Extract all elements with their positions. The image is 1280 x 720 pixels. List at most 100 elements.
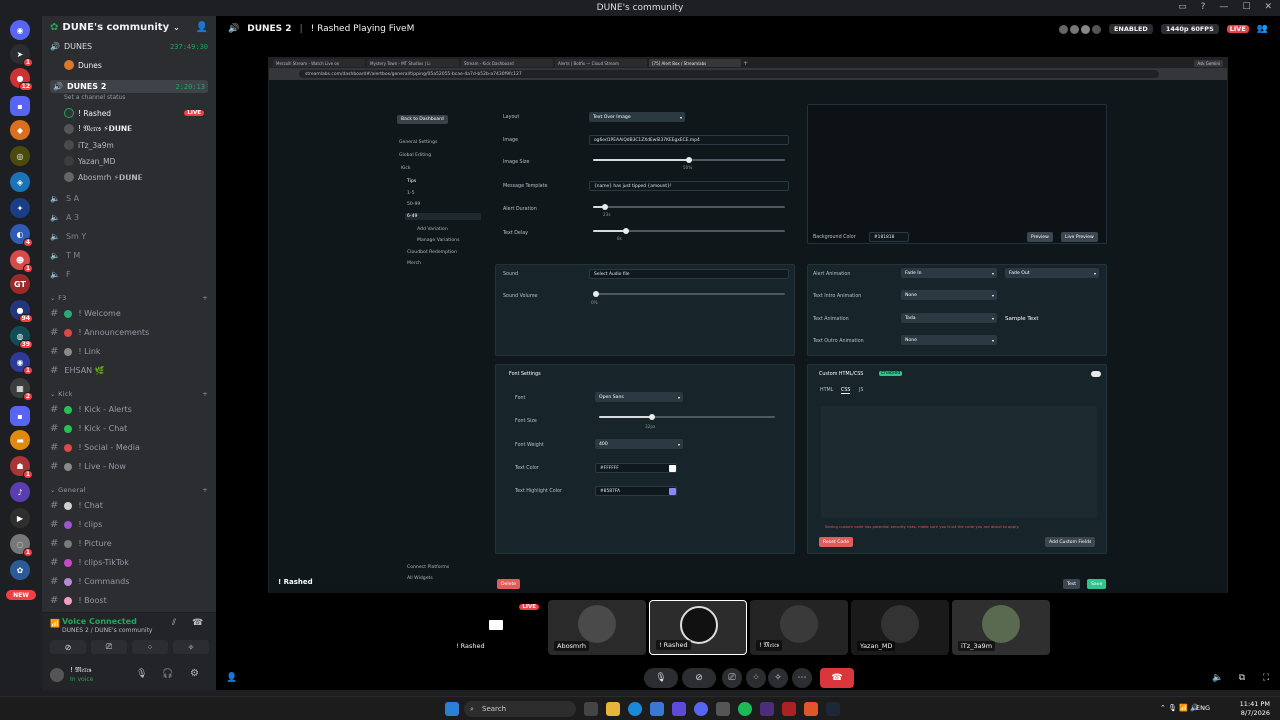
- server-icon[interactable]: ✿: [10, 560, 30, 580]
- text-channel[interactable]: # ! clips-TikTok: [50, 557, 208, 568]
- text-channel[interactable]: # ! Live - Now: [50, 461, 208, 472]
- category-kick[interactable]: ⌄ Kick +: [50, 390, 208, 398]
- text-channel[interactable]: # ! Kick - Chat: [50, 423, 208, 434]
- category-f3[interactable]: ⌄ F3 +: [50, 294, 208, 302]
- nav-cloudbot-redemption[interactable]: Cloudbot Redemption: [407, 250, 491, 255]
- server-icon[interactable]: ✦: [10, 198, 30, 218]
- activities-button[interactable]: ⁘: [132, 640, 168, 654]
- text-delay-slider[interactable]: [593, 228, 785, 234]
- task-view-icon[interactable]: [584, 702, 598, 716]
- viewer-avatars[interactable]: [1058, 24, 1101, 34]
- server-icon[interactable]: ● 12: [10, 68, 33, 91]
- voice-channel-tm[interactable]: 🔈 T M: [50, 251, 80, 260]
- server-icon[interactable]: ● 94: [10, 300, 33, 323]
- text-channel[interactable]: # ! clips: [50, 519, 208, 530]
- font-select[interactable]: Open Sans: [595, 392, 683, 402]
- server-icon[interactable]: ◉ 1: [10, 352, 33, 375]
- nav-variation-50-99[interactable]: 50-99: [407, 202, 491, 207]
- camera-off-button[interactable]: ⊘: [50, 640, 86, 654]
- screen-share-button[interactable]: ⎚: [91, 640, 127, 654]
- custom-html-toggle[interactable]: [1091, 371, 1101, 377]
- fullscreen-icon[interactable]: ⛶: [1258, 668, 1274, 688]
- voice-channel-dunes-2[interactable]: 🔊 DUNES 2 2:20:13: [50, 80, 208, 93]
- text-color-input[interactable]: #FFFFFF: [595, 463, 677, 473]
- text-color-swatch[interactable]: [669, 465, 676, 472]
- test-button[interactable]: Test: [1063, 579, 1081, 589]
- delete-button[interactable]: Delete: [497, 579, 521, 589]
- more-options-button[interactable]: ⋯: [792, 668, 812, 688]
- headphones-icon[interactable]: 🎧: [162, 669, 173, 679]
- steam-icon[interactable]: [826, 702, 840, 716]
- server-icon[interactable]: ☻ 1: [10, 250, 33, 273]
- sound-file-input[interactable]: Select Audio file: [589, 269, 789, 279]
- message-template-input[interactable]: {name} has just tipped {amount}!: [589, 181, 789, 191]
- discord-icon[interactable]: [694, 702, 708, 716]
- sound-volume-slider[interactable]: [593, 291, 785, 297]
- server-icon[interactable]: ◆: [10, 120, 30, 140]
- minimize-button[interactable]: —: [1219, 2, 1228, 12]
- voice-user[interactable]: ! Rashed LIVE: [64, 108, 204, 118]
- font-settings-title[interactable]: Font Settings: [509, 372, 541, 377]
- channel-status[interactable]: Set a channel status: [64, 94, 204, 101]
- taskbar-search[interactable]: ⌕ Search: [464, 701, 576, 717]
- volume-icon[interactable]: 🔈: [1210, 668, 1226, 688]
- highlight-color-input[interactable]: #8587FA: [595, 486, 677, 496]
- browser-tab[interactable]: Merzolll Stream - Watch Live on: [273, 59, 365, 67]
- browser-tab[interactable]: Alerts | Botfix — Cloud Stream: [555, 59, 647, 67]
- voice-channel-a3[interactable]: 🔈 A 3: [50, 213, 79, 222]
- signal-icon[interactable]: 📶: [50, 619, 60, 628]
- server-icon[interactable]: ▦ 2: [10, 378, 33, 401]
- add-channel-icon[interactable]: +: [202, 294, 208, 302]
- screen-share-button[interactable]: ⎚: [722, 668, 742, 688]
- alert-animation-in-select[interactable]: Fade In: [901, 268, 997, 278]
- server-icon[interactable]: ♪: [10, 482, 30, 502]
- text-channel[interactable]: # ! Announcements: [50, 327, 208, 338]
- notification-area[interactable]: ⌃ 🎙 📶 🔊: [1160, 704, 1199, 712]
- text-intro-animation-select[interactable]: None: [901, 290, 997, 300]
- back-to-dashboard-button[interactable]: Back to Dashboard: [397, 115, 448, 124]
- people-icon[interactable]: 👥: [1257, 24, 1268, 34]
- nav-merch[interactable]: Merch: [407, 261, 491, 266]
- voice-channel-f[interactable]: 🔈 F: [50, 270, 71, 279]
- close-button[interactable]: ✕: [1264, 2, 1272, 12]
- user-name[interactable]: ! 𝔐𝔢𝔯𝔠𝔰: [70, 666, 91, 675]
- add-channel-icon[interactable]: +: [202, 486, 208, 494]
- leave-call-button[interactable]: ☎: [820, 668, 854, 688]
- text-animation-select[interactable]: Tada: [901, 313, 997, 323]
- microphone-button[interactable]: 🎙: [644, 668, 678, 688]
- app-icon[interactable]: [782, 702, 796, 716]
- shared-screen[interactable]: Merzolll Stream - Watch Live on Mystery …: [268, 57, 1228, 593]
- quality-badge[interactable]: 1440p 60FPS: [1160, 24, 1219, 34]
- manage-variations-link[interactable]: Manage Variations: [417, 238, 501, 243]
- server-icon[interactable]: ◐ 4: [10, 224, 33, 247]
- voice-channel-sa[interactable]: 🔈 S A: [50, 194, 79, 203]
- highlight-color-swatch[interactable]: [669, 488, 676, 495]
- language-indicator[interactable]: ENG: [1196, 704, 1210, 712]
- save-button[interactable]: Save: [1087, 579, 1107, 589]
- preview-button[interactable]: Preview: [1027, 232, 1053, 242]
- connect-platforms-link[interactable]: Connect Platforms: [407, 565, 491, 570]
- participant-tile-selected[interactable]: ! Rashed: [649, 600, 747, 655]
- store-icon[interactable]: [650, 702, 664, 716]
- text-channel[interactable]: # ! Social - Media: [50, 442, 208, 453]
- text-channel[interactable]: # ! Picture: [50, 538, 208, 549]
- clock[interactable]: 11:41 PM 8/7/2026: [1240, 700, 1270, 718]
- add-custom-fields-button[interactable]: Add Custom Fields: [1045, 537, 1096, 547]
- tab-js[interactable]: JS: [859, 388, 863, 393]
- participant-tile[interactable]: LIVE ! Rashed: [447, 600, 545, 655]
- app-icon[interactable]: [760, 702, 774, 716]
- tab-html[interactable]: HTML: [820, 388, 833, 393]
- text-channel[interactable]: # ! Chat: [50, 500, 208, 511]
- voice-channel-dunes[interactable]: 🔊 DUNES 237:49:30: [50, 42, 208, 51]
- help-icon[interactable]: ?: [1201, 2, 1206, 12]
- server-icon[interactable]: ◈: [10, 172, 30, 192]
- image-size-slider[interactable]: [593, 157, 785, 163]
- soundboard-button[interactable]: ✧: [173, 640, 209, 654]
- image-file-input[interactable]: og6ed1PEAAiQdB3C1ZXdEwSI37KEEgxECE.mp4: [589, 135, 789, 145]
- new-badge[interactable]: NEW: [6, 590, 36, 600]
- nav-global-editing[interactable]: Global Editing: [399, 153, 483, 158]
- browser-tab[interactable]: Mystery Town - MT Studios | Li: [367, 59, 459, 67]
- server-icon[interactable]: GT: [10, 274, 30, 294]
- voice-channel-smy[interactable]: 🔈 Sm Y: [50, 232, 86, 241]
- server-icon[interactable]: ➤ 1: [10, 44, 33, 67]
